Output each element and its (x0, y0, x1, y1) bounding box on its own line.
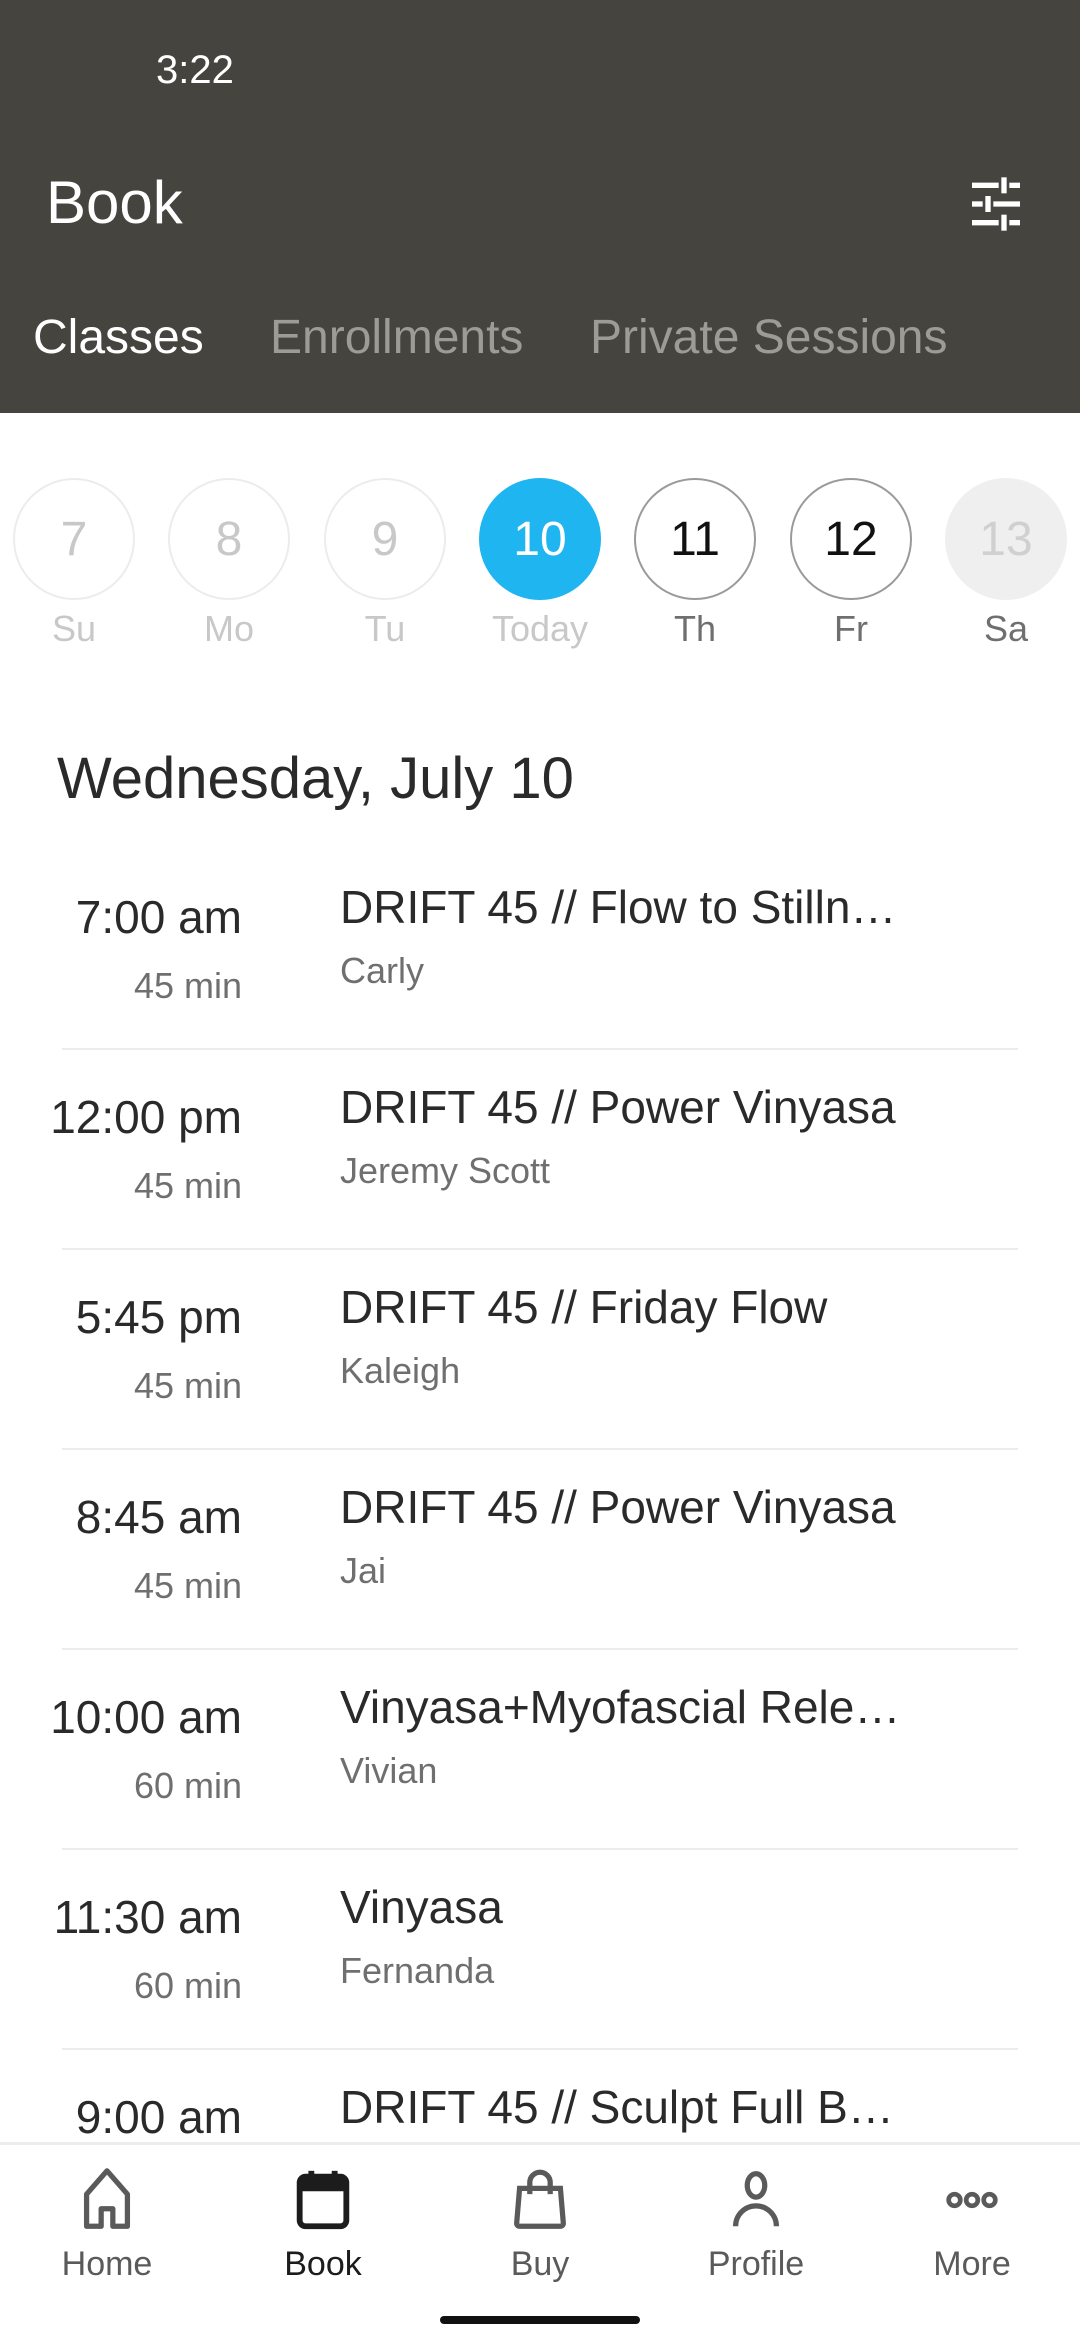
date-weekday: Su (51, 608, 97, 649)
class-duration: 60 min (133, 1765, 242, 1806)
date-item[interactable]: 8 Mo (168, 478, 290, 650)
date-weekday: Mo (203, 608, 254, 649)
nav-more[interactable]: More (872, 2165, 1072, 2284)
class-list: 7:00 am 45 min DRIFT 45 // Flow to Still… (0, 850, 1080, 2250)
nav-buy[interactable]: Buy (440, 2165, 640, 2284)
day-heading: Wednesday, July 10 (57, 746, 574, 811)
nav-home[interactable]: Home (7, 2165, 207, 2284)
tab-classes[interactable]: Classes (33, 310, 204, 365)
class-row[interactable]: 12:00 pm 45 min DRIFT 45 // Power Vinyas… (0, 1050, 1080, 1250)
tab-enrollments[interactable]: Enrollments (270, 310, 523, 365)
nav-label: More (933, 2245, 1011, 2283)
date-circle: 10 (479, 478, 601, 600)
date-item[interactable]: 13 Sa (945, 478, 1067, 650)
home-icon (83, 2168, 131, 2229)
class-duration: 45 min (133, 965, 242, 1006)
bottom-nav: Home Book Buy Profile More (0, 2142, 1080, 2340)
class-name: DRIFT 45 // Power Vinyasa (340, 1081, 896, 1133)
nav-book[interactable]: Book (223, 2165, 423, 2284)
nav-profile[interactable]: Profile (656, 2165, 856, 2284)
person-icon (732, 2171, 780, 2227)
class-row[interactable]: 5:45 pm 45 min DRIFT 45 // Friday Flow K… (0, 1250, 1080, 1450)
class-time: 12:00 pm (50, 1091, 242, 1143)
date-circle: 8 (168, 478, 290, 600)
date-weekday: Th (673, 608, 716, 649)
status-bar-time: 3:22 (156, 48, 234, 92)
date-strip: 7 Su 8 Mo 9 Tu 10 Today 11 Th 12 Fr 13 S… (0, 478, 1080, 658)
class-instructor: Jai (340, 1550, 387, 1591)
date-item[interactable]: 12 Fr (790, 478, 912, 650)
date-weekday: Fr (834, 608, 868, 649)
nav-label: Profile (707, 2245, 805, 2283)
class-row[interactable]: 10:00 am 60 min Vinyasa+Myofascial Rele…… (0, 1650, 1080, 1850)
date-circle: 9 (324, 478, 446, 600)
home-indicator[interactable] (440, 2316, 640, 2324)
filter-button[interactable] (964, 172, 1028, 236)
calendar-icon (296, 2170, 350, 2230)
class-duration: 45 min (133, 1365, 242, 1406)
date-weekday: Today (491, 608, 589, 649)
class-time: 9:00 am (75, 2091, 242, 2143)
class-duration: 45 min (133, 1565, 242, 1606)
class-time: 5:45 pm (75, 1291, 242, 1343)
class-name: DRIFT 45 // Flow to Stilln… (340, 881, 897, 933)
tab-private-sessions[interactable]: Private Sessions (590, 310, 948, 365)
class-instructor: Fernanda (340, 1950, 495, 1991)
date-circle: 7 (13, 478, 135, 600)
class-name: DRIFT 45 // Friday Flow (340, 1281, 828, 1333)
class-name: Vinyasa+Myofascial Rele… (340, 1681, 901, 1733)
class-time: 10:00 am (50, 1691, 242, 1743)
date-item[interactable]: 9 Tu (324, 478, 446, 650)
class-duration: 45 min (133, 1165, 242, 1206)
class-instructor: Vivian (340, 1750, 438, 1791)
class-time: 8:45 am (75, 1491, 242, 1543)
date-weekday: Sa (983, 608, 1029, 649)
nav-label: Home (61, 2245, 153, 2283)
class-time: 11:30 am (53, 1891, 242, 1943)
class-name: Vinyasa (340, 1881, 503, 1933)
app-header: 3:22 Book Classes Enrollments Private Se… (0, 0, 1080, 413)
date-circle: 12 (790, 478, 912, 600)
class-time: 7:00 am (75, 891, 242, 943)
shopping-bag-icon (514, 2169, 566, 2229)
class-name: DRIFT 45 // Sculpt Full B… (340, 2081, 894, 2133)
tune-sliders-icon (972, 177, 1020, 231)
class-instructor: Carly (340, 950, 425, 991)
nav-label: Buy (510, 2245, 570, 2283)
date-item[interactable]: 11 Th (634, 478, 756, 650)
class-row[interactable]: 11:30 am 60 min Vinyasa Fernanda (0, 1850, 1080, 2050)
class-duration: 60 min (133, 1965, 242, 2006)
nav-label: Book (284, 2245, 362, 2283)
class-instructor: Kaleigh (340, 1350, 461, 1391)
date-item-today[interactable]: 10 Today (479, 478, 601, 650)
class-name: DRIFT 45 // Power Vinyasa (340, 1481, 896, 1533)
tab-bar: Classes Enrollments Private Sessions (0, 310, 1080, 380)
page-title: Book (46, 169, 183, 236)
date-item[interactable]: 7 Su (13, 478, 135, 650)
class-instructor: Jeremy Scott (340, 1150, 551, 1191)
date-circle: 13 (945, 478, 1067, 600)
class-row[interactable]: 7:00 am 45 min DRIFT 45 // Flow to Still… (0, 850, 1080, 1050)
date-weekday: Tu (364, 608, 406, 649)
date-circle: 11 (634, 478, 756, 600)
more-dots-icon (946, 2191, 998, 2209)
class-row[interactable]: 8:45 am 45 min DRIFT 45 // Power Vinyasa… (0, 1450, 1080, 1650)
